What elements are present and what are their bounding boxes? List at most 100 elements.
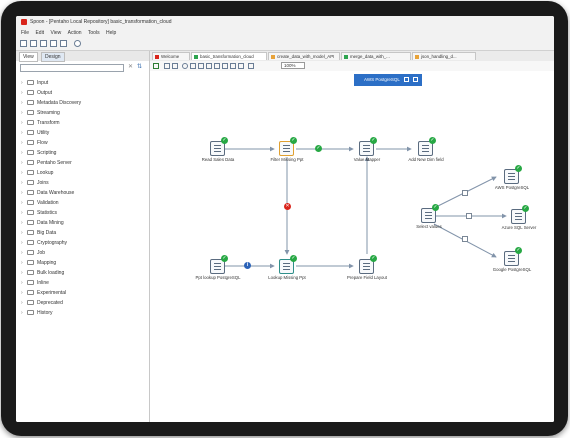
step-search-input[interactable] bbox=[20, 64, 124, 72]
menu-help[interactable]: Help bbox=[106, 28, 116, 38]
explore-repository-icon[interactable] bbox=[40, 40, 47, 47]
step-ppt-lookup-postgresql[interactable]: ✓ Ppt lookup PostgreSQL bbox=[196, 255, 240, 295]
step-label: AWS PostgreSQL bbox=[494, 185, 530, 190]
tree-item-cryptography[interactable]: › Cryptography bbox=[21, 238, 67, 248]
job-tab-icon bbox=[271, 55, 275, 59]
menu-file[interactable]: File bbox=[21, 28, 29, 38]
title-bar: Spoon - [Pentaho Local Repository] basic… bbox=[16, 16, 554, 28]
impact-icon[interactable] bbox=[214, 63, 220, 69]
align-icon[interactable] bbox=[248, 63, 254, 69]
tree-item-transform[interactable]: › Transform bbox=[21, 118, 60, 128]
tree-item-utility[interactable]: › Utility bbox=[21, 128, 49, 138]
tab-view[interactable]: View bbox=[19, 52, 38, 62]
debug-icon[interactable] bbox=[190, 63, 196, 69]
clear-search-icon[interactable]: ✕ bbox=[128, 63, 133, 70]
stop-icon[interactable] bbox=[172, 63, 178, 69]
sql-icon[interactable] bbox=[222, 63, 228, 69]
status-ok-icon: ✓ bbox=[370, 255, 377, 262]
job-tab-icon bbox=[415, 55, 419, 59]
tab-json-handling[interactable]: json_handling_d... bbox=[412, 52, 476, 60]
tab-create-data[interactable]: create_data_with_model_API bbox=[268, 52, 340, 60]
preview-icon[interactable] bbox=[182, 63, 188, 69]
expand-collapse-icon[interactable]: ⇅ bbox=[137, 63, 142, 70]
tree-item-statistics[interactable]: › Statistics bbox=[21, 208, 57, 218]
tree-item-bulk-loading[interactable]: › Bulk loading bbox=[21, 268, 64, 278]
tree-item-output[interactable]: › Output bbox=[21, 88, 52, 98]
perspective-icon[interactable] bbox=[74, 40, 81, 47]
editor-area: Welcome basic_transformation_cloud creat… bbox=[150, 51, 554, 422]
tab-design[interactable]: Design bbox=[41, 52, 65, 62]
hop-copy-icon bbox=[462, 236, 468, 242]
tree-item-joins[interactable]: › Joins bbox=[21, 178, 49, 188]
tree-item-inline[interactable]: › Inline bbox=[21, 278, 49, 288]
tree-item-streaming[interactable]: › Streaming bbox=[21, 108, 60, 118]
tree-item-data-mining[interactable]: › Data Mining bbox=[21, 218, 64, 228]
menu-edit[interactable]: Edit bbox=[35, 28, 44, 38]
tree-item-lookup[interactable]: › Lookup bbox=[21, 168, 53, 178]
folder-icon bbox=[27, 80, 34, 86]
tree-item-deprecated[interactable]: › Deprecated bbox=[21, 298, 63, 308]
step-aws-postgresql[interactable]: ✓ AWS PostgreSQL bbox=[490, 165, 534, 205]
tab-merge-data[interactable]: merge_data_with_... bbox=[341, 52, 411, 60]
step-read-sales-data[interactable]: ✓ Read Sales Data bbox=[196, 137, 240, 177]
step-azure-sql-server[interactable]: ✓ Azure SQL Server bbox=[497, 205, 541, 245]
menu-bar: File Edit View Action Tools Help bbox=[16, 28, 554, 38]
tree-item-data-warehouse[interactable]: › Data Warehouse bbox=[21, 188, 74, 198]
status-ok-icon: ✓ bbox=[290, 255, 297, 262]
tree-item-job[interactable]: › Job bbox=[21, 248, 45, 258]
pause-icon[interactable] bbox=[164, 63, 170, 69]
explore-db-icon[interactable] bbox=[230, 63, 236, 69]
step-label: Filter Missing Ppt bbox=[270, 157, 304, 162]
tree-item-input[interactable]: › Input bbox=[21, 78, 48, 88]
tree-item-experimental[interactable]: › Experimental bbox=[21, 288, 66, 298]
save-as-icon[interactable] bbox=[60, 40, 67, 47]
step-add-new-dim-field[interactable]: ✓ Add New Dim field bbox=[404, 137, 448, 177]
folder-icon bbox=[27, 140, 34, 146]
step-prepare-field-layout[interactable]: ✓ Prepare Field Layout bbox=[345, 255, 389, 295]
left-panel: View Design ✕ ⇅ › Input › Output › Metadata… bbox=[16, 51, 150, 422]
tree-item-big-data[interactable]: › Big Data bbox=[21, 228, 56, 238]
show-results-icon[interactable] bbox=[238, 63, 244, 69]
step-label: Select values bbox=[416, 224, 442, 229]
step-lookup-missing-ppt[interactable]: ✓ Lookup Missing Ppt bbox=[265, 255, 309, 295]
tree-item-metadata-discovery[interactable]: › Metadata Discovery bbox=[21, 98, 81, 108]
status-ok-icon: ✓ bbox=[515, 165, 522, 172]
folder-icon bbox=[27, 180, 34, 186]
step-label: Add New Dim field bbox=[408, 157, 444, 162]
tree-item-mapping[interactable]: › Mapping bbox=[21, 258, 56, 268]
step-label: Ppt lookup PostgreSQL bbox=[195, 275, 241, 280]
transformation-canvas[interactable]: AWS PostgreSQL ✓ ✕ i ✓ Read Sales Data ✓… bbox=[150, 71, 554, 422]
folder-icon bbox=[27, 290, 34, 296]
tree-item-history[interactable]: › History bbox=[21, 308, 53, 318]
status-ok-icon: ✓ bbox=[429, 137, 436, 144]
editor-tabs: Welcome basic_transformation_cloud creat… bbox=[150, 51, 554, 61]
folder-icon bbox=[27, 230, 34, 236]
replay-icon[interactable] bbox=[198, 63, 204, 69]
step-filter-missing-ppt[interactable]: ✓ Filter Missing Ppt bbox=[265, 137, 309, 177]
step-select-values[interactable]: ✓ Select values bbox=[407, 204, 451, 244]
menu-tools[interactable]: Tools bbox=[88, 28, 100, 38]
save-icon[interactable] bbox=[50, 40, 57, 47]
folder-icon bbox=[27, 270, 34, 276]
status-ok-icon: ✓ bbox=[370, 137, 377, 144]
new-file-icon[interactable] bbox=[20, 40, 27, 47]
tree-item-validation[interactable]: › Validation bbox=[21, 198, 59, 208]
run-icon[interactable] bbox=[153, 63, 159, 69]
tree-item-pentaho-server[interactable]: › Pentaho Server bbox=[21, 158, 72, 168]
open-file-icon[interactable] bbox=[30, 40, 37, 47]
zoom-select[interactable]: 100% bbox=[281, 62, 305, 69]
verify-icon[interactable] bbox=[206, 63, 212, 69]
menu-action[interactable]: Action bbox=[68, 28, 82, 38]
tab-welcome[interactable]: Welcome bbox=[152, 52, 190, 60]
hop-copy-icon bbox=[462, 190, 468, 196]
tree-item-flow[interactable]: › Flow bbox=[21, 138, 48, 148]
step-value-mapper[interactable]: ✓ Value Mapper bbox=[345, 137, 389, 177]
tab-basic-transformation[interactable]: basic_transformation_cloud bbox=[191, 52, 267, 60]
step-google-postgresql[interactable]: ✓ Google PostgreSQL bbox=[490, 247, 534, 287]
status-ok-icon: ✓ bbox=[221, 255, 228, 262]
step-label: Read Sales Data bbox=[201, 157, 235, 162]
spoon-app-icon bbox=[21, 19, 27, 25]
main-toolbar bbox=[16, 38, 554, 51]
tree-item-scripting[interactable]: › Scripting bbox=[21, 148, 56, 158]
menu-view[interactable]: View bbox=[50, 28, 61, 38]
